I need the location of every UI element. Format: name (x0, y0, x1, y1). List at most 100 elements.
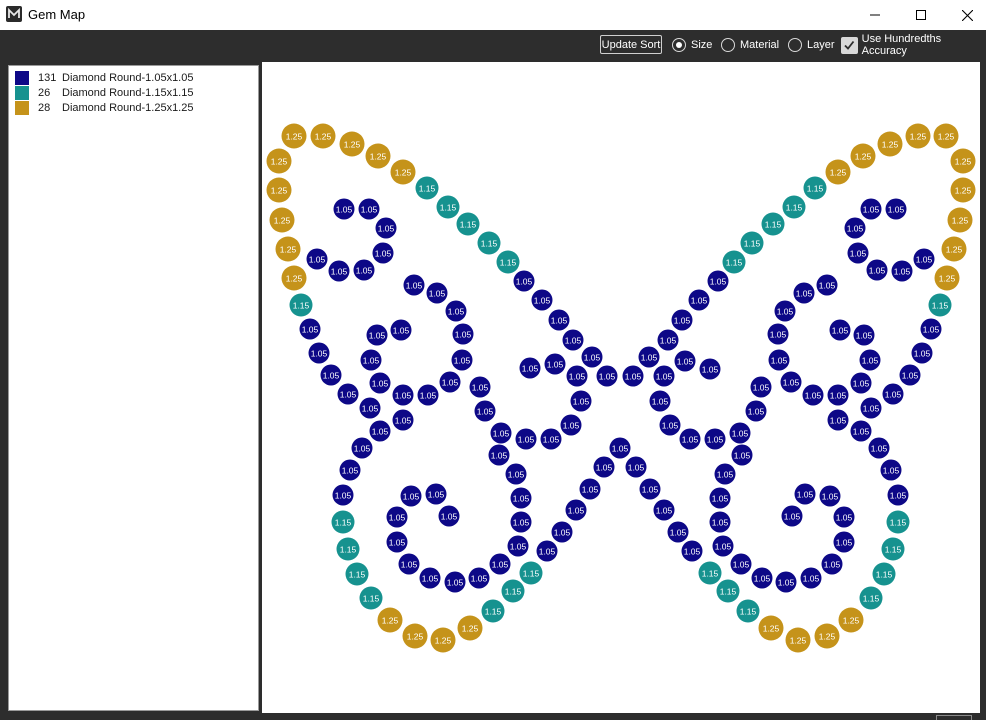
gem-small[interactable]: 1.05 (860, 397, 882, 419)
gem-small[interactable]: 1.05 (565, 499, 587, 521)
gem-large[interactable]: 1.25 (758, 615, 784, 641)
gem-small[interactable]: 1.05 (351, 437, 373, 459)
gem-small[interactable]: 1.05 (780, 371, 802, 393)
gem-small[interactable]: 1.05 (439, 371, 461, 393)
gem-small[interactable]: 1.05 (868, 437, 890, 459)
gem-small[interactable]: 1.05 (579, 478, 601, 500)
gem-small[interactable]: 1.05 (880, 459, 902, 481)
gem-medium[interactable]: 1.15 (736, 599, 760, 623)
gem-small[interactable]: 1.05 (649, 390, 671, 412)
gem-small[interactable]: 1.05 (507, 535, 529, 557)
gem-medium[interactable]: 1.15 (881, 537, 905, 561)
gem-small[interactable]: 1.05 (729, 422, 751, 444)
gem-small[interactable]: 1.05 (859, 349, 881, 371)
gem-small[interactable]: 1.05 (468, 567, 490, 589)
gem-small[interactable]: 1.05 (827, 409, 849, 431)
gem-small[interactable]: 1.05 (653, 365, 675, 387)
gem-small[interactable]: 1.05 (366, 324, 388, 346)
gem-small[interactable]: 1.05 (425, 483, 447, 505)
gem-large[interactable]: 1.25 (365, 143, 391, 169)
gem-small[interactable]: 1.05 (920, 318, 942, 340)
gem-small[interactable]: 1.05 (398, 553, 420, 575)
gem-small[interactable]: 1.05 (891, 260, 913, 282)
gem-large[interactable]: 1.25 (905, 123, 931, 149)
gem-small[interactable]: 1.05 (332, 484, 354, 506)
gem-large[interactable]: 1.25 (950, 148, 976, 174)
gem-small[interactable]: 1.05 (731, 444, 753, 466)
gem-small[interactable]: 1.05 (622, 365, 644, 387)
gem-map-canvas[interactable]: 1.25 1.25 1.25 1.25 1.25 1.25 1.25 1.25 1.25 1.25… (262, 62, 980, 713)
maximize-button[interactable] (898, 0, 944, 30)
gem-small[interactable]: 1.05 (513, 270, 535, 292)
gem-small[interactable]: 1.05 (844, 217, 866, 239)
gem-small[interactable]: 1.05 (540, 428, 562, 450)
gem-small[interactable]: 1.05 (821, 553, 843, 575)
gem-small[interactable]: 1.05 (885, 198, 907, 220)
gem-small[interactable]: 1.05 (745, 400, 767, 422)
gem-large[interactable]: 1.25 (457, 615, 483, 641)
gem-large[interactable]: 1.25 (430, 627, 456, 653)
gem-small[interactable]: 1.05 (688, 289, 710, 311)
gem-small[interactable]: 1.05 (560, 414, 582, 436)
gem-medium[interactable]: 1.15 (415, 176, 439, 200)
gem-large[interactable]: 1.25 (281, 265, 307, 291)
gem-small[interactable]: 1.05 (638, 346, 660, 368)
gem-small[interactable]: 1.05 (625, 456, 647, 478)
gem-large[interactable]: 1.25 (377, 607, 403, 633)
gem-small[interactable]: 1.05 (860, 198, 882, 220)
gem-small[interactable]: 1.05 (659, 414, 681, 436)
gem-medium[interactable]: 1.15 (359, 586, 383, 610)
gem-small[interactable]: 1.05 (375, 217, 397, 239)
gem-small[interactable]: 1.05 (793, 282, 815, 304)
gem-small[interactable]: 1.05 (581, 346, 603, 368)
gem-small[interactable]: 1.05 (674, 350, 696, 372)
gem-small[interactable]: 1.05 (452, 323, 474, 345)
gem-small[interactable]: 1.05 (639, 478, 661, 500)
gem-small[interactable]: 1.05 (699, 358, 721, 380)
gem-large[interactable]: 1.25 (877, 131, 903, 157)
gem-small[interactable]: 1.05 (829, 319, 851, 341)
gem-small[interactable]: 1.05 (536, 540, 558, 562)
gem-medium[interactable]: 1.15 (740, 231, 764, 255)
gem-small[interactable]: 1.05 (360, 349, 382, 371)
gem-small[interactable]: 1.05 (653, 499, 675, 521)
gem-small[interactable]: 1.05 (714, 463, 736, 485)
gem-small[interactable]: 1.05 (490, 422, 512, 444)
gem-small[interactable]: 1.05 (306, 248, 328, 270)
update-sort-button[interactable]: Update Sort (600, 35, 662, 54)
gem-small[interactable]: 1.05 (794, 483, 816, 505)
sort-layer-radio[interactable]: Layer (788, 36, 835, 54)
gem-small[interactable]: 1.05 (489, 553, 511, 575)
gem-small[interactable]: 1.05 (566, 365, 588, 387)
gem-small[interactable]: 1.05 (369, 372, 391, 394)
gem-medium[interactable]: 1.15 (345, 562, 369, 586)
gem-small[interactable]: 1.05 (445, 300, 467, 322)
gem-medium[interactable]: 1.15 (436, 195, 460, 219)
sort-size-radio[interactable]: Size (672, 36, 712, 54)
gem-small[interactable]: 1.05 (609, 437, 631, 459)
gem-small[interactable]: 1.05 (593, 456, 615, 478)
gem-small[interactable]: 1.05 (386, 531, 408, 553)
gem-small[interactable]: 1.05 (730, 553, 752, 575)
gem-small[interactable]: 1.05 (386, 506, 408, 528)
gem-small[interactable]: 1.05 (337, 383, 359, 405)
gem-medium[interactable]: 1.15 (782, 195, 806, 219)
sort-material-radio[interactable]: Material (721, 36, 779, 54)
gem-small[interactable]: 1.05 (833, 506, 855, 528)
gem-small[interactable]: 1.05 (866, 259, 888, 281)
gem-large[interactable]: 1.25 (275, 236, 301, 262)
gem-large[interactable]: 1.25 (941, 236, 967, 262)
gem-small[interactable]: 1.05 (853, 324, 875, 346)
gem-large[interactable]: 1.25 (785, 627, 811, 653)
gem-small[interactable]: 1.05 (827, 384, 849, 406)
gem-small[interactable]: 1.05 (451, 349, 473, 371)
gem-medium[interactable]: 1.15 (716, 579, 740, 603)
gem-small[interactable]: 1.05 (474, 400, 496, 422)
gem-small[interactable]: 1.05 (505, 463, 527, 485)
gem-small[interactable]: 1.05 (570, 390, 592, 412)
gem-small[interactable]: 1.05 (510, 487, 532, 509)
gem-small[interactable]: 1.05 (544, 353, 566, 375)
gem-small[interactable]: 1.05 (911, 342, 933, 364)
gem-small[interactable]: 1.05 (444, 571, 466, 593)
gem-small[interactable]: 1.05 (667, 521, 689, 543)
